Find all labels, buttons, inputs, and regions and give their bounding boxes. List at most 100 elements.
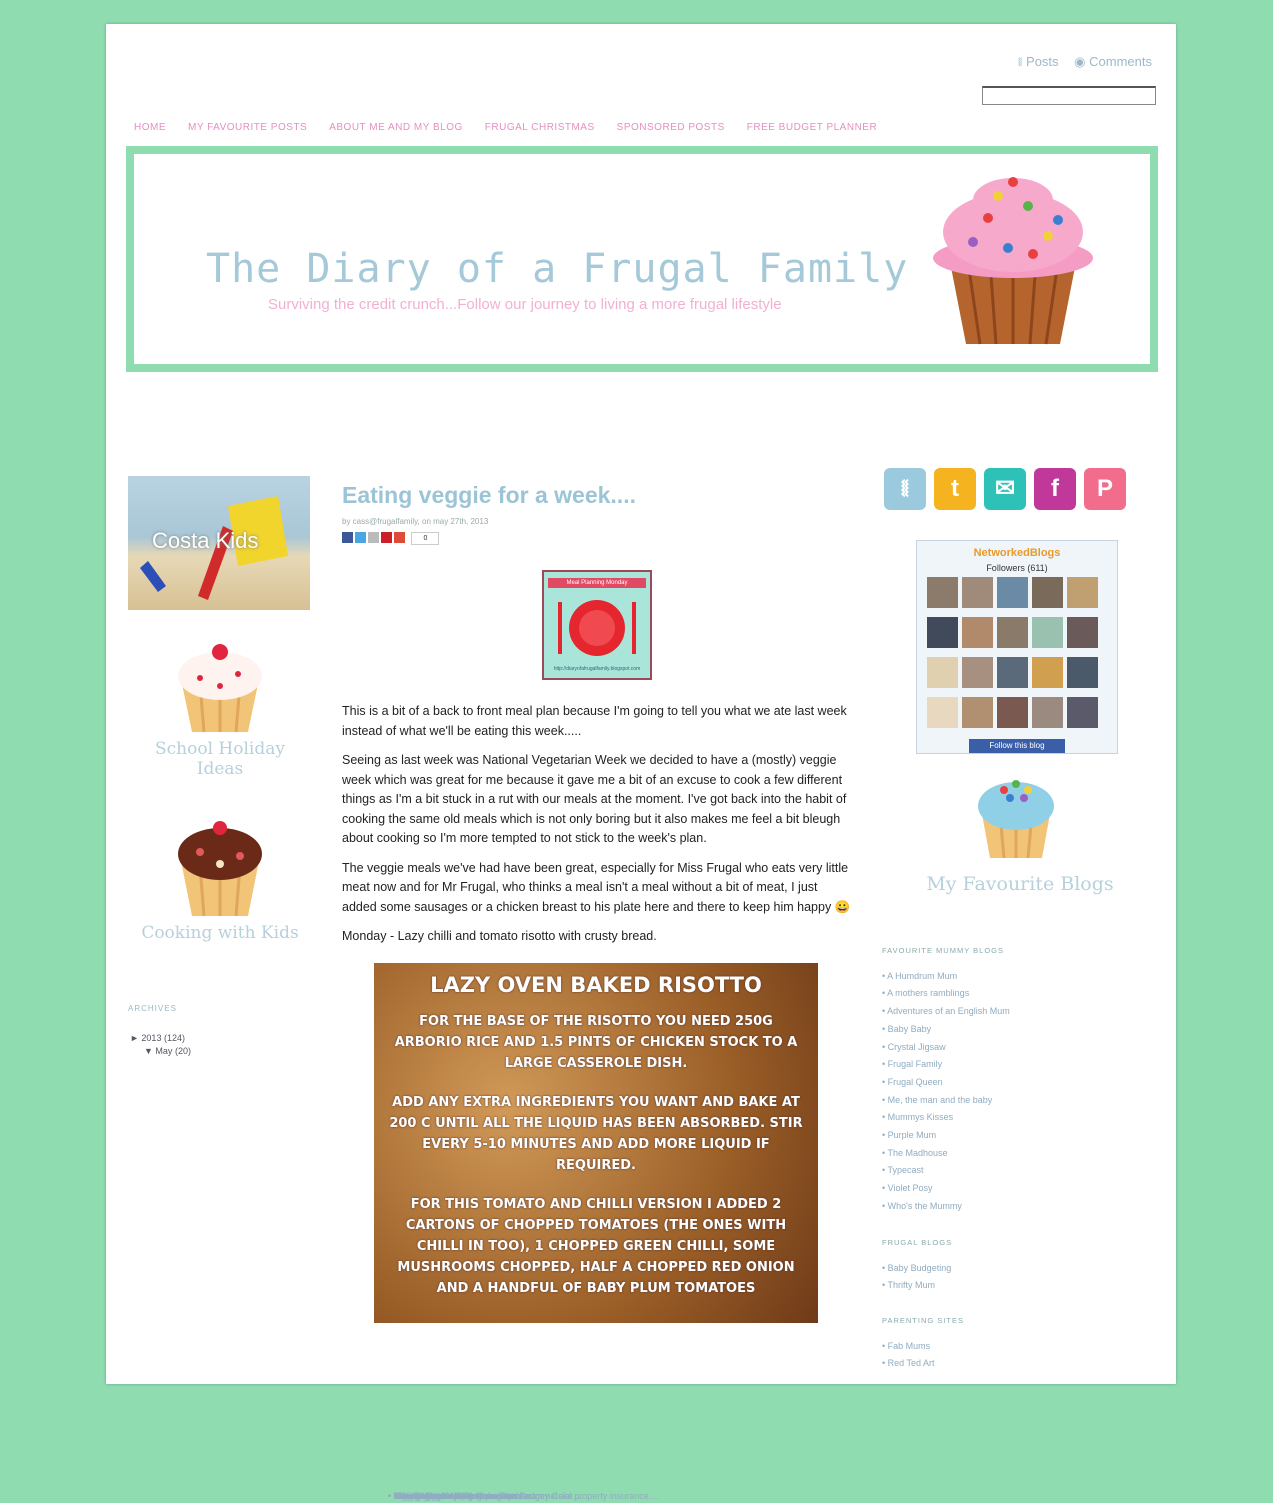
nav-sponsored[interactable]: SPONSORED POSTS xyxy=(617,122,725,133)
pinterest-icon[interactable]: P xyxy=(1084,468,1126,510)
avatar[interactable] xyxy=(927,617,958,648)
blog-link[interactable]: • The Madhouse xyxy=(882,1145,1010,1163)
posts-feed-link[interactable]: ⧛ Posts xyxy=(1018,54,1059,69)
blog-tagline: Surviving the credit crunch...Follow our… xyxy=(268,296,782,313)
feed-links: ⧛ Posts ◉ Comments xyxy=(1006,54,1152,70)
email-share-icon[interactable] xyxy=(368,532,379,543)
nav-frugal-christmas[interactable]: FRUGAL CHRISTMAS xyxy=(485,122,595,133)
rss-icon[interactable]: ⧛ xyxy=(884,468,926,510)
nav-favourite-posts[interactable]: MY FAVOURITE POSTS xyxy=(188,122,307,133)
blog-link[interactable]: • Baby Baby xyxy=(882,1021,1010,1039)
blog-link[interactable]: • Who's the Mummy xyxy=(882,1198,1010,1216)
cherry-cupcake-icon xyxy=(178,644,262,733)
facebook-share-icon[interactable] xyxy=(342,532,353,543)
avatar[interactable] xyxy=(962,697,993,728)
meal-planning-badge: Meal Planning Monday http://diaryofafrug… xyxy=(542,570,652,680)
recipe-title: LAZY OVEN BAKED RISOTTO xyxy=(430,972,762,997)
parenting-sites-heading: PARENTING SITES xyxy=(882,1316,964,1325)
avatar[interactable] xyxy=(1067,697,1098,728)
email-icon[interactable]: ✉ xyxy=(984,468,1026,510)
search-input[interactable] xyxy=(982,86,1156,105)
avatar[interactable] xyxy=(997,657,1028,688)
costa-kids-banner[interactable]: Costa Kids xyxy=(128,476,310,610)
risotto-recipe-image: LAZY OVEN BAKED RISOTTO FOR THE BASE OF … xyxy=(374,962,818,1323)
follower-avatars xyxy=(927,577,1117,737)
plate-cutlery-icon xyxy=(558,600,636,656)
blog-link[interactable]: • Me, the man and the baby xyxy=(882,1092,1010,1110)
blog-link[interactable]: • Baby Budgeting xyxy=(882,1260,952,1278)
blog-link[interactable]: • Typecast xyxy=(882,1162,1010,1180)
avatar[interactable] xyxy=(962,657,993,688)
blog-link[interactable]: • Mummys Kisses xyxy=(882,1109,1010,1127)
twitter-icon[interactable]: t xyxy=(934,468,976,510)
blog-title: The Diary of a Frugal Family xyxy=(206,246,909,292)
school-holiday-widget[interactable]: School Holiday Ideas xyxy=(130,634,310,779)
cooking-kids-widget[interactable]: Cooking with Kids xyxy=(130,812,310,943)
blog-link[interactable]: • A Humdrum Mum xyxy=(882,968,1010,986)
avatar[interactable] xyxy=(1032,577,1063,608)
avatar[interactable] xyxy=(1032,657,1063,688)
avatar[interactable] xyxy=(997,577,1028,608)
post-body: This is a bit of a back to front meal pl… xyxy=(342,702,852,947)
top-nav: HOME MY FAVOURITE POSTS ABOUT ME AND MY BL… xyxy=(134,122,899,133)
nav-home[interactable]: HOME xyxy=(134,122,166,133)
chocolate-cupcake-icon xyxy=(178,821,262,917)
avatar[interactable] xyxy=(927,577,958,608)
blog-link[interactable]: • Frugal Queen xyxy=(882,1074,1010,1092)
networked-blogs-widget: NetworkedBlogs Followers (611) Follow th… xyxy=(916,540,1118,754)
pinterest-share-icon[interactable] xyxy=(381,532,392,543)
blog-header[interactable]: The Diary of a Frugal Family Surviving t… xyxy=(126,146,1158,372)
avatar[interactable] xyxy=(1067,657,1098,688)
archive-heading: ARCHIVES xyxy=(128,1004,177,1013)
post-paragraph: This is a bit of a back to front meal pl… xyxy=(342,704,847,738)
blog-link[interactable]: • Adventures of an English Mum xyxy=(882,1003,1010,1021)
nav-budget-planner[interactable]: FREE BUDGET PLANNER xyxy=(747,122,877,133)
mummy-blogs-heading: FAVOURITE MUMMY BLOGS xyxy=(882,946,1004,955)
networked-blogs-title: NetworkedBlogs xyxy=(973,547,1061,559)
blog-link[interactable]: • Red Ted Art xyxy=(882,1355,964,1373)
avatar[interactable] xyxy=(1032,617,1063,648)
twitter-share-icon[interactable] xyxy=(355,532,366,543)
avatar[interactable] xyxy=(1067,617,1098,648)
blog-link[interactable]: • Fab Mums xyxy=(882,1338,964,1356)
blog-link[interactable]: • A mothers ramblings xyxy=(882,985,1010,1003)
school-holiday-title: School Holiday Ideas xyxy=(155,739,285,779)
blog-link[interactable]: • Violet Posy xyxy=(882,1180,1010,1198)
recipe-line: FOR THE BASE OF THE RISOTTO YOU NEED 250… xyxy=(394,1013,798,1071)
blog-post: Eating veggie for a week.... by cass@fru… xyxy=(342,482,852,1323)
avatar[interactable] xyxy=(927,697,958,728)
archive-year[interactable]: ► 2013 (124) xyxy=(130,1032,300,1045)
follow-blog-button[interactable]: Follow this blog xyxy=(969,739,1065,753)
archive-post[interactable]: • #FridForward - Why I love Pinterest xyxy=(366,1490,906,1503)
nav-about[interactable]: ABOUT ME AND MY BLOG xyxy=(329,122,463,133)
post-paragraph: Seeing as last week was National Vegetar… xyxy=(342,753,847,845)
facebook-icon[interactable]: f xyxy=(1034,468,1076,510)
cupcake-logo-icon xyxy=(933,177,1093,345)
avatar[interactable] xyxy=(927,657,958,688)
comments-feed-link[interactable]: ◉ Comments xyxy=(1074,54,1152,69)
avatar[interactable] xyxy=(997,617,1028,648)
parenting-sites-list: PARENTING SITES • Fab Mums • Red Ted Art xyxy=(882,1312,964,1373)
post-paragraph: Monday - Lazy chilli and tomato risotto … xyxy=(342,929,657,943)
avatar[interactable] xyxy=(1032,697,1063,728)
costa-kids-label: Costa Kids xyxy=(152,528,259,553)
archive-month[interactable]: ▼ May (20) xyxy=(130,1045,300,1058)
blog-link[interactable]: • Purple Mum xyxy=(882,1127,1010,1145)
frugal-blogs-list: FRUGAL BLOGS • Baby Budgeting • Thrifty … xyxy=(882,1234,952,1295)
blog-link[interactable]: • Frugal Family xyxy=(882,1056,1010,1074)
post-paragraph: The veggie meals we've had have been gre… xyxy=(342,860,851,914)
avatar[interactable] xyxy=(1067,577,1098,608)
google-share-icon[interactable] xyxy=(394,532,405,543)
post-title[interactable]: Eating veggie for a week.... xyxy=(342,482,852,509)
avatar[interactable] xyxy=(962,577,993,608)
post-byline: by cass@frugalfamily, on may 27th, 2013 xyxy=(342,517,489,526)
share-count: 0 xyxy=(411,532,440,545)
blue-cupcake-icon xyxy=(978,780,1054,859)
social-icons: ⧛ t ✉ f P xyxy=(884,468,1134,510)
share-bar: 0 xyxy=(342,532,852,545)
blog-link[interactable]: • Crystal Jigsaw xyxy=(882,1039,1010,1057)
avatar[interactable] xyxy=(997,697,1028,728)
followers-count: Followers (611) xyxy=(986,563,1048,573)
blog-link[interactable]: • Thrifty Mum xyxy=(882,1277,952,1295)
avatar[interactable] xyxy=(962,617,993,648)
